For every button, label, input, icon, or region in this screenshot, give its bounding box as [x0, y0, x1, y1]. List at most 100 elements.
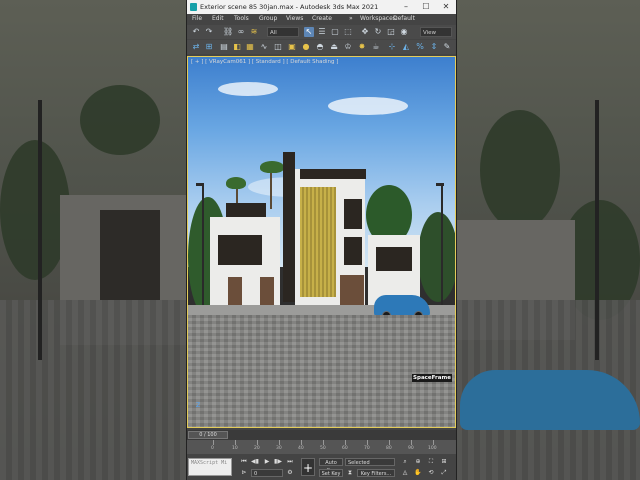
set-key-button[interactable]: Set Key — [319, 469, 343, 477]
render-tree — [418, 212, 455, 302]
title-bar: Exterior scene 85 30jan.max - Autodesk 3… — [187, 0, 456, 14]
render-street-lamp — [202, 185, 204, 315]
zoom-extents-all-icon[interactable]: ⊞ — [439, 458, 449, 466]
zoom-all-icon[interactable]: ⊕ — [413, 458, 423, 466]
previous-frame-icon[interactable]: ◀▮ — [250, 458, 260, 466]
track-tick — [213, 440, 214, 445]
render-pavement-texture — [188, 315, 455, 427]
zoom-icon[interactable]: ⌕ — [400, 458, 410, 466]
align-icon[interactable]: ⊞ — [204, 42, 214, 52]
track-tick-label: 30 — [276, 446, 282, 451]
graphite-tools-icon[interactable]: ▦ — [245, 42, 255, 52]
menu-more[interactable]: » — [349, 14, 353, 24]
spinner-snap-icon[interactable]: ⇕ — [429, 42, 439, 52]
viewport-label[interactable]: [ + ] [ VRayCam061 ] [ Standard ] [ Defa… — [191, 59, 338, 65]
maxscript-listener[interactable]: MAXScript Mi — [188, 458, 232, 476]
reference-coordinate-dropdown[interactable]: View — [420, 27, 452, 37]
unlink-icon[interactable]: ∞ — [236, 27, 246, 37]
schematic-view-icon[interactable]: ◫ — [273, 42, 283, 52]
track-tick — [345, 440, 346, 445]
edit-named-selection-icon[interactable]: ✎ — [442, 42, 452, 52]
render-lamp-head — [436, 183, 444, 186]
track-tick — [279, 440, 280, 445]
main-toolbar-1: ↶ ↷ ⛓ ∞ ≋ All ↖ ☰ ▢ ⬚ ✥ ↻ ◲ ◉ View — [187, 25, 456, 39]
close-button[interactable]: ✕ — [436, 0, 456, 14]
pan-icon[interactable]: ✋ — [413, 469, 423, 477]
track-tick — [411, 440, 412, 445]
render-teapot-icon[interactable]: ☕ — [371, 42, 381, 52]
minimize-button[interactable]: – — [396, 0, 416, 14]
selection-filter-dropdown[interactable]: All — [267, 27, 299, 37]
add-key-icon[interactable]: + — [301, 458, 315, 476]
render-gold-screen — [300, 187, 336, 297]
percent-snap-icon[interactable]: % — [415, 42, 425, 52]
render-palm — [226, 177, 246, 189]
track-tick-label: 60 — [342, 446, 348, 451]
material-editor-icon[interactable]: ▣ — [287, 42, 297, 52]
render-production-icon[interactable]: ♔ — [343, 42, 353, 52]
current-frame-field[interactable]: 0 — [251, 469, 283, 477]
background-tree — [80, 85, 160, 155]
rendered-frame-window-icon[interactable]: ⏏ — [329, 42, 339, 52]
link-icon[interactable]: ⛓ — [223, 27, 233, 37]
render-setup-icon[interactable]: ◓ — [315, 42, 325, 52]
rectangular-selection-icon[interactable]: ▢ — [330, 27, 340, 37]
render-tower — [283, 152, 295, 302]
play-icon[interactable]: ▶ — [262, 458, 272, 466]
menu-file[interactable]: File — [192, 14, 202, 24]
key-filter-icon[interactable]: ⧗ — [345, 469, 355, 477]
render-window — [218, 235, 262, 265]
curve-editor-icon[interactable]: ∿ — [259, 42, 269, 52]
field-of-view-icon[interactable]: ◬ — [400, 469, 410, 477]
snap-toggle-icon[interactable]: ⊹ — [387, 42, 397, 52]
redo-icon[interactable]: ↷ — [204, 27, 214, 37]
menu-create[interactable]: Create — [312, 14, 332, 24]
move-icon[interactable]: ✥ — [360, 27, 370, 37]
material-sphere-icon[interactable]: ● — [301, 42, 311, 52]
menu-edit[interactable]: Edit — [212, 14, 224, 24]
window-crossing-icon[interactable]: ⬚ — [343, 27, 353, 37]
track-tick-label: 0 — [211, 446, 214, 451]
selection-set-dropdown[interactable]: Selected — [345, 458, 395, 466]
go-to-end-icon[interactable]: ⏭ — [285, 458, 295, 466]
time-slider-handle[interactable]: 0 / 100 — [188, 431, 228, 439]
track-tick-label: 80 — [386, 446, 392, 451]
menu-tools[interactable]: Tools — [234, 14, 249, 24]
layer-explorer-icon[interactable]: ◧ — [232, 42, 242, 52]
auto-key-button[interactable]: Auto Key — [319, 458, 343, 474]
maximize-viewport-icon[interactable]: ⤢ — [439, 469, 449, 477]
render-sun-icon[interactable]: ✸ — [357, 42, 367, 52]
time-configuration-icon[interactable]: ⚙ — [285, 469, 295, 477]
track-tick-label: 70 — [364, 446, 370, 451]
undo-icon[interactable]: ↶ — [191, 27, 201, 37]
next-frame-icon[interactable]: ▮▶ — [273, 458, 283, 466]
camera-viewport[interactable]: [ + ] [ VRayCam061 ] [ Standard ] [ Defa… — [187, 56, 456, 428]
key-filters-button[interactable]: Key Filters... — [357, 469, 395, 477]
time-slider-track[interactable]: 0 / 100 — [187, 430, 456, 440]
place-icon[interactable]: ◉ — [399, 27, 409, 37]
go-to-start-icon[interactable]: ⏮ — [239, 458, 249, 466]
workspace-dropdown[interactable]: Default — [393, 14, 415, 24]
background-lamp — [595, 100, 599, 360]
scale-icon[interactable]: ◲ — [386, 27, 396, 37]
mirror-icon[interactable]: ⇄ — [191, 42, 201, 52]
main-toolbar-2: ⇄ ⊞ ▤ ◧ ▦ ∿ ◫ ▣ ● ◓ ⏏ ♔ ✸ ☕ ⊹ ◭ % ⇕ ✎ — [187, 40, 456, 54]
track-tick — [433, 440, 434, 445]
bind-space-warp-icon[interactable]: ≋ — [249, 27, 259, 37]
rotate-icon[interactable]: ↻ — [373, 27, 383, 37]
window-title: Exterior scene 85 30jan.max - Autodesk 3… — [200, 3, 379, 11]
zoom-extents-icon[interactable]: ⛶ — [426, 458, 436, 466]
select-object-icon[interactable]: ↖ — [304, 27, 314, 37]
render-window — [344, 199, 362, 229]
menu-views[interactable]: Views — [286, 14, 303, 24]
track-bar[interactable]: 0 10 20 30 40 50 60 70 80 90 100 — [187, 440, 456, 454]
orbit-icon[interactable]: ⟲ — [426, 469, 436, 477]
menu-group[interactable]: Group — [259, 14, 277, 24]
track-tick-label: 50 — [320, 446, 326, 451]
scene-explorer-icon[interactable]: ▤ — [219, 42, 229, 52]
select-by-name-icon[interactable]: ☰ — [317, 27, 327, 37]
maximize-button[interactable]: ☐ — [416, 0, 436, 14]
angle-snap-icon[interactable]: ◭ — [401, 42, 411, 52]
key-mode-icon[interactable]: ⊳ — [239, 469, 249, 477]
render-roof — [300, 169, 366, 179]
